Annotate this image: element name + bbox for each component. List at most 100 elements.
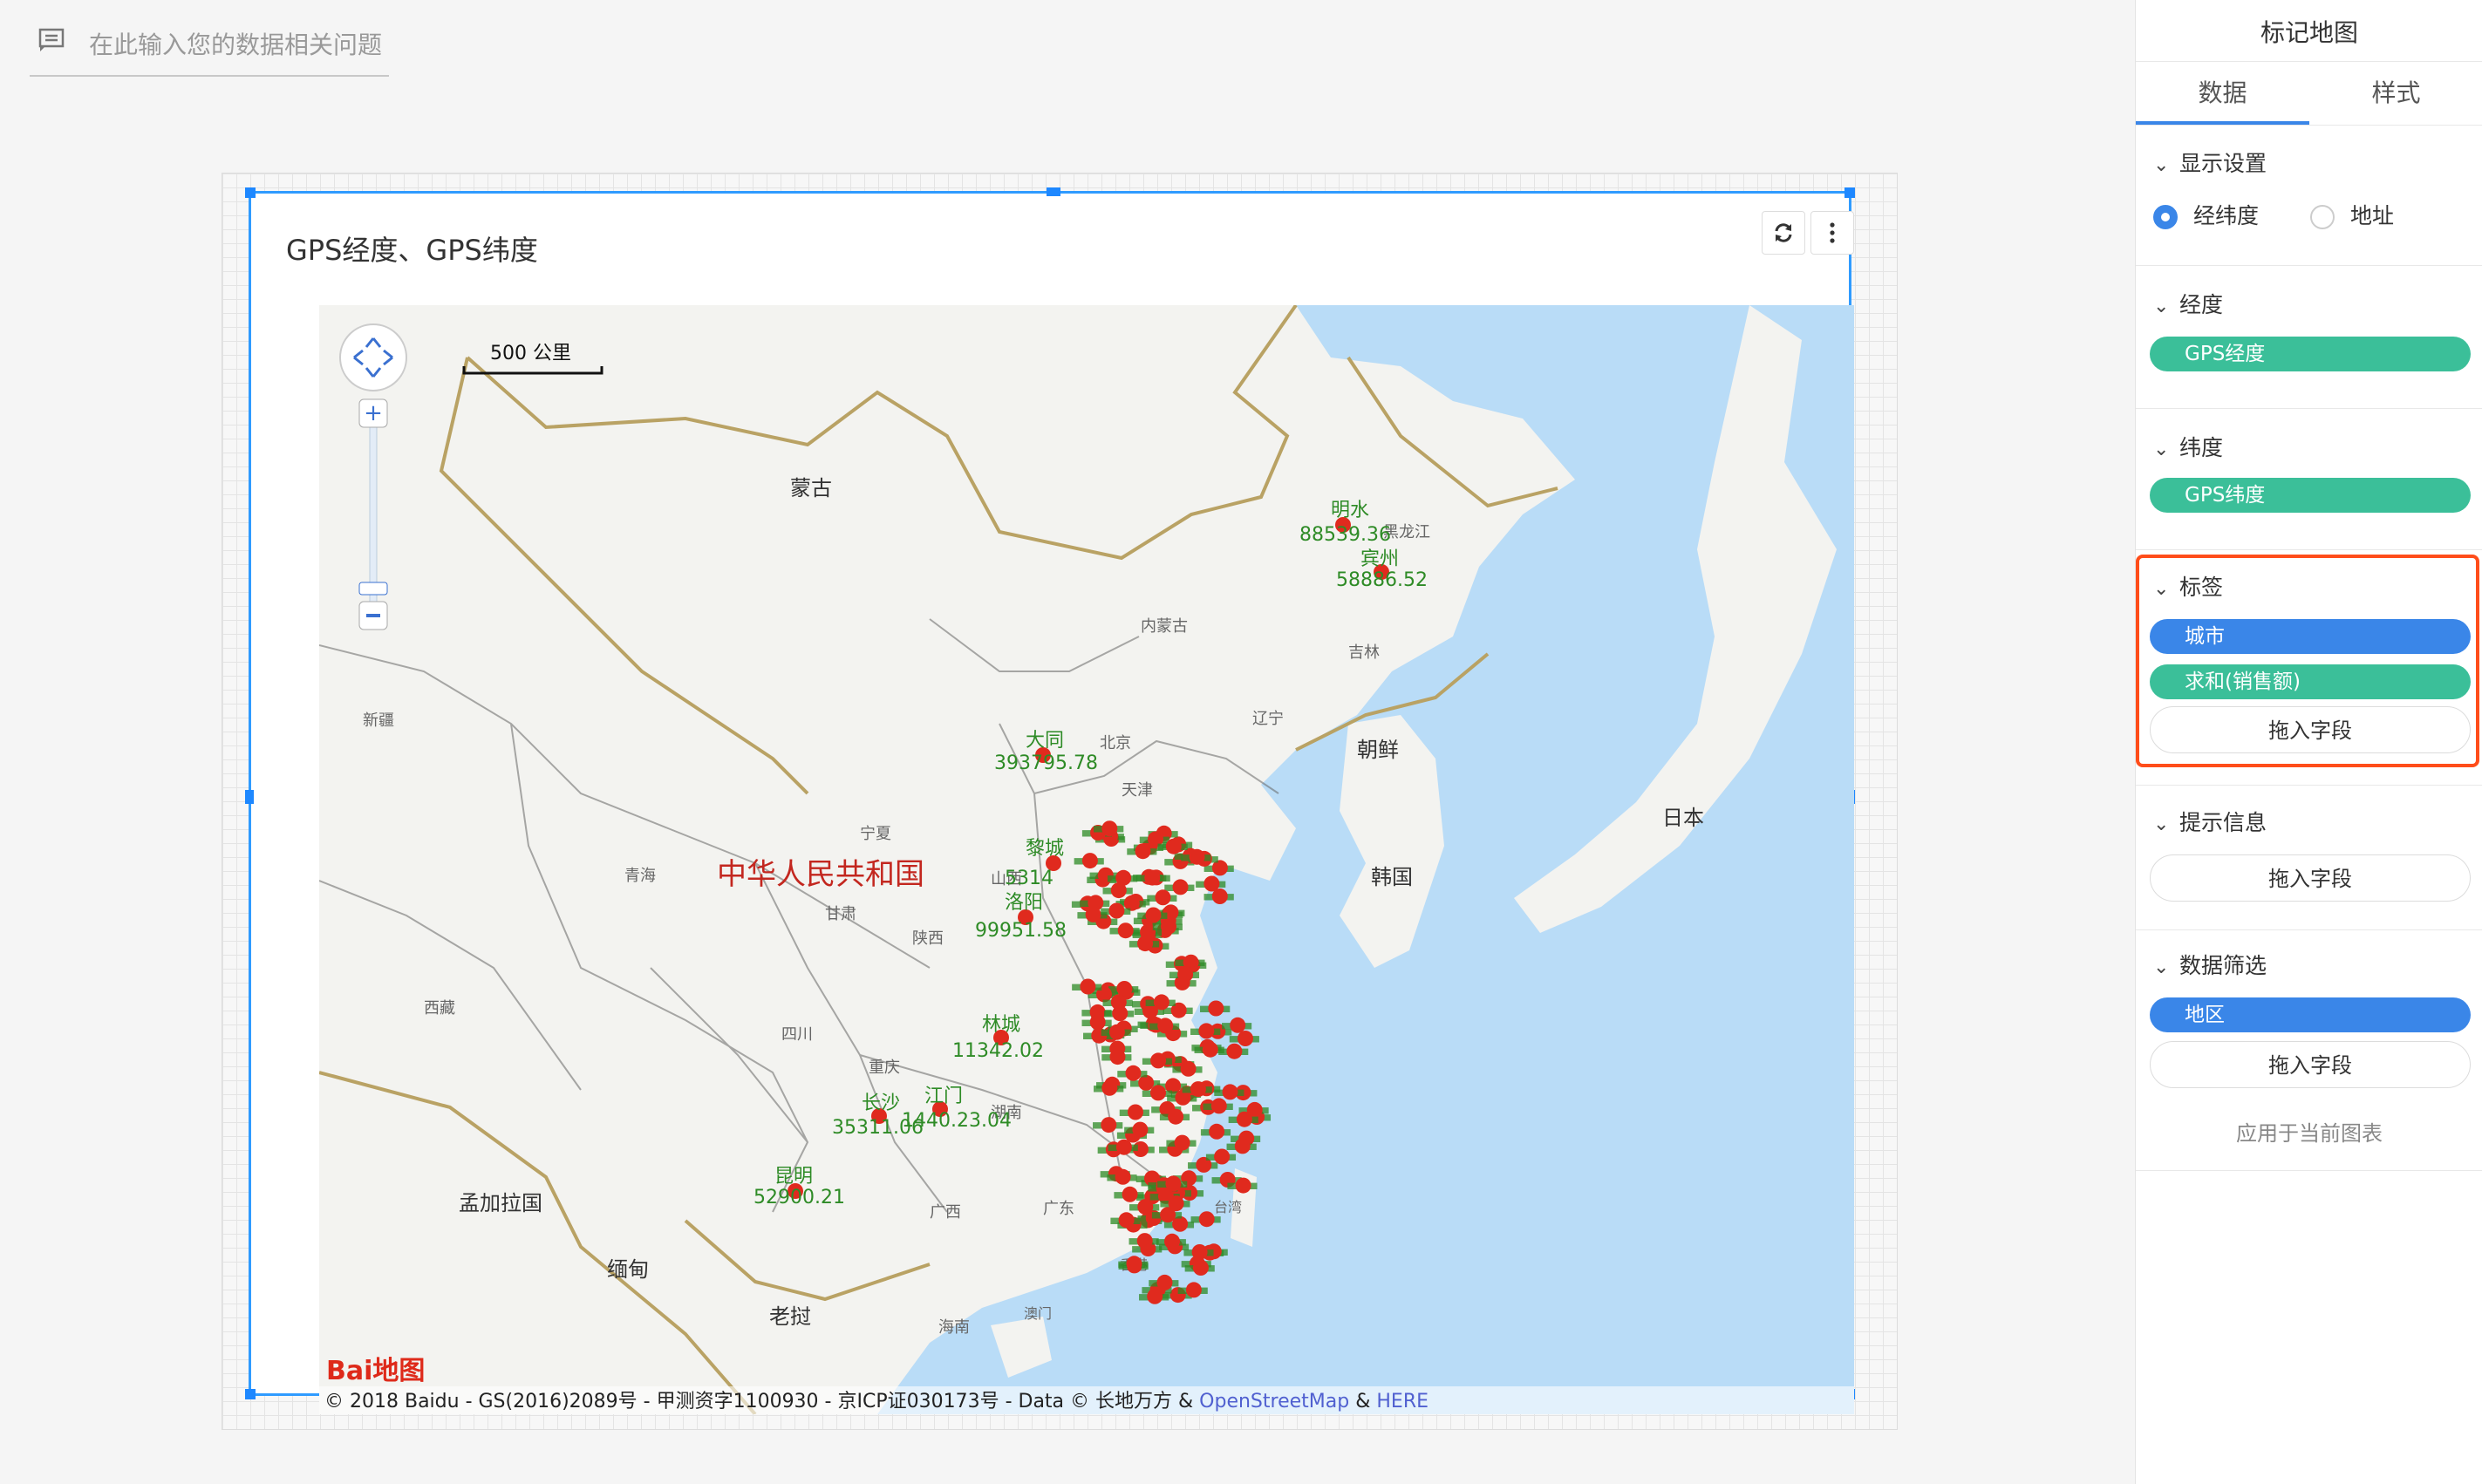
region-label: 朝鲜 — [1357, 738, 1399, 762]
cluster-marker[interactable] — [1081, 853, 1098, 869]
city-value: 393795.78 — [994, 752, 1098, 774]
cluster-marker[interactable] — [1126, 1256, 1142, 1272]
question-bar[interactable]: 在此输入您的数据相关问题 — [30, 19, 389, 77]
region-label: 澳门 — [1024, 1305, 1052, 1322]
cluster-marker[interactable] — [1222, 1084, 1238, 1100]
chevron-down-icon: ⌄ — [2153, 439, 2170, 460]
resize-handle-left[interactable] — [245, 790, 254, 804]
map-view[interactable]: 蒙古 内蒙古 新疆 青海 甘肃 宁夏 陕西 山西 北京 天津 辽宁 吉林 黑龙江… — [319, 305, 1854, 1414]
cluster-marker[interactable] — [1125, 1065, 1142, 1081]
map-attribution: © 2018 Baidu - GS(2016)2089号 - 甲测资字11009… — [319, 1386, 1854, 1414]
refresh-icon — [1775, 223, 1792, 242]
cluster-marker[interactable] — [1136, 1233, 1153, 1249]
more-button[interactable] — [1810, 211, 1854, 255]
region-label: 陕西 — [912, 929, 944, 948]
cluster-marker[interactable] — [1153, 994, 1169, 1011]
cluster-marker[interactable] — [1189, 848, 1205, 865]
cluster-marker[interactable] — [1235, 1177, 1251, 1194]
pan-control[interactable] — [339, 323, 407, 391]
map-canvas[interactable]: 蒙古 内蒙古 新疆 青海 甘肃 宁夏 陕西 山西 北京 天津 辽宁 吉林 黑龙江… — [319, 305, 1854, 1414]
cluster-marker[interactable] — [1101, 820, 1118, 837]
cluster-marker[interactable] — [1236, 1111, 1252, 1127]
label-section-highlight — [2136, 555, 2479, 767]
cluster-marker[interactable] — [1230, 1017, 1246, 1033]
cluster-marker[interactable] — [1157, 1018, 1174, 1034]
cluster-marker[interactable] — [1110, 882, 1127, 899]
cluster-marker[interactable] — [1117, 922, 1134, 939]
zoom-handle[interactable] — [358, 582, 388, 596]
city-label: 明水 — [1331, 500, 1369, 521]
svg-text:© 2018 Baidu - GS(2016)2089号 -: © 2018 Baidu - GS(2016)2089号 - 甲测资字11009… — [324, 1391, 1429, 1413]
region-label: 西藏 — [424, 999, 455, 1018]
resize-handle-top[interactable] — [1047, 187, 1060, 196]
tooltip-drop-zone[interactable]: 拖入字段 — [2150, 854, 2471, 902]
cluster-marker[interactable] — [1168, 1195, 1184, 1212]
latitude-header[interactable]: ⌄ 纬度 — [2153, 431, 2223, 462]
cluster-marker[interactable] — [1168, 1108, 1184, 1125]
region-label: 宁夏 — [860, 825, 891, 843]
cluster-marker[interactable] — [1115, 1139, 1132, 1155]
cluster-marker[interactable] — [1109, 1049, 1126, 1065]
cluster-marker[interactable] — [1135, 843, 1151, 860]
cluster-marker[interactable] — [1145, 907, 1162, 923]
cluster-marker[interactable] — [1118, 1212, 1135, 1229]
region-label: 广东 — [1043, 1200, 1074, 1218]
filter-field-pill[interactable]: 地区 — [2150, 997, 2471, 1032]
filter-drop-zone[interactable]: 拖入字段 — [2150, 1041, 2471, 1088]
cluster-marker[interactable] — [1150, 1052, 1167, 1069]
cluster-marker[interactable] — [1192, 1260, 1209, 1276]
question-input[interactable]: 在此输入您的数据相关问题 — [89, 26, 382, 61]
city-label: 宾州 — [1360, 548, 1399, 570]
city-label: 江门 — [924, 1086, 963, 1107]
tab-data[interactable]: 数据 — [2136, 62, 2309, 125]
cluster-marker[interactable] — [1080, 978, 1096, 995]
latitude-field-pill[interactable]: GPS纬度 — [2150, 478, 2471, 513]
cluster-marker[interactable] — [1180, 1060, 1197, 1077]
cluster-marker[interactable] — [1132, 1121, 1149, 1138]
cluster-marker[interactable] — [1202, 1041, 1218, 1058]
radio-unselected-icon — [2310, 205, 2335, 229]
cluster-marker[interactable] — [1203, 875, 1220, 892]
cluster-marker[interactable] — [1165, 838, 1182, 854]
map-widget[interactable]: GPS经度、GPS纬度 蒙古 内蒙古 新疆 青海 甘肃 宁夏 陕西 山西 北京 … — [245, 187, 1855, 1414]
refresh-button[interactable] — [1762, 211, 1805, 255]
resize-handle-top-right[interactable] — [1844, 187, 1855, 198]
panel-title: 标记地图 — [2260, 18, 2358, 47]
config-panel: 标记地图 数据 样式 ⌄ 显示设置 经纬度 地址 ⌄ 经度 GPS经度 ⌄ 纬度 GP… — [2135, 0, 2482, 1484]
longitude-header[interactable]: ⌄ 经度 — [2153, 288, 2223, 319]
radio-lnglat[interactable]: 经纬度 — [2153, 199, 2259, 230]
cluster-marker[interactable] — [1185, 1282, 1202, 1298]
cluster-marker[interactable] — [1101, 1117, 1117, 1133]
here-link[interactable]: HERE — [1376, 1391, 1429, 1413]
apply-to-chart-link[interactable]: 应用于当前图表 — [2136, 1116, 2482, 1147]
radio-address[interactable]: 地址 — [2310, 199, 2394, 230]
cluster-marker[interactable] — [1144, 869, 1161, 886]
cluster-marker[interactable] — [1147, 1288, 1163, 1304]
resize-handle-bottom-left[interactable] — [245, 1389, 256, 1399]
cluster-marker[interactable] — [1234, 1138, 1251, 1154]
cluster-marker[interactable] — [1191, 1244, 1208, 1260]
cluster-marker[interactable] — [1209, 1123, 1225, 1140]
cluster-marker[interactable] — [1198, 1211, 1215, 1228]
longitude-field-pill[interactable]: GPS经度 — [2150, 337, 2471, 371]
longitude-section: ⌄ 经度 GPS经度 — [2136, 265, 2482, 409]
region-label: 四川 — [781, 1025, 813, 1044]
resize-handle-top-left[interactable] — [245, 187, 256, 198]
region-label: 广西 — [930, 1203, 961, 1222]
city-label: 林城 — [982, 1014, 1020, 1036]
filter-header[interactable]: ⌄ 数据筛选 — [2153, 949, 2267, 980]
cluster-marker[interactable] — [1174, 1134, 1190, 1151]
comment-icon — [38, 28, 65, 51]
region-label: 青海 — [624, 867, 656, 885]
cluster-marker[interactable] — [1101, 1079, 1118, 1096]
cluster-marker[interactable] — [1110, 994, 1127, 1011]
tab-style[interactable]: 样式 — [2309, 62, 2482, 125]
zoom-out-icon — [366, 614, 380, 617]
city-value: 35311.06 — [832, 1117, 924, 1139]
osm-link[interactable]: OpenStreetMap — [1199, 1391, 1349, 1413]
cluster-marker[interactable] — [1177, 966, 1194, 983]
display-settings-header[interactable]: ⌄ 显示设置 — [2153, 146, 2267, 178]
city-value: 52900.21 — [753, 1187, 845, 1208]
tooltip-header[interactable]: ⌄ 提示信息 — [2153, 806, 2267, 837]
cluster-marker[interactable] — [1164, 1233, 1180, 1249]
